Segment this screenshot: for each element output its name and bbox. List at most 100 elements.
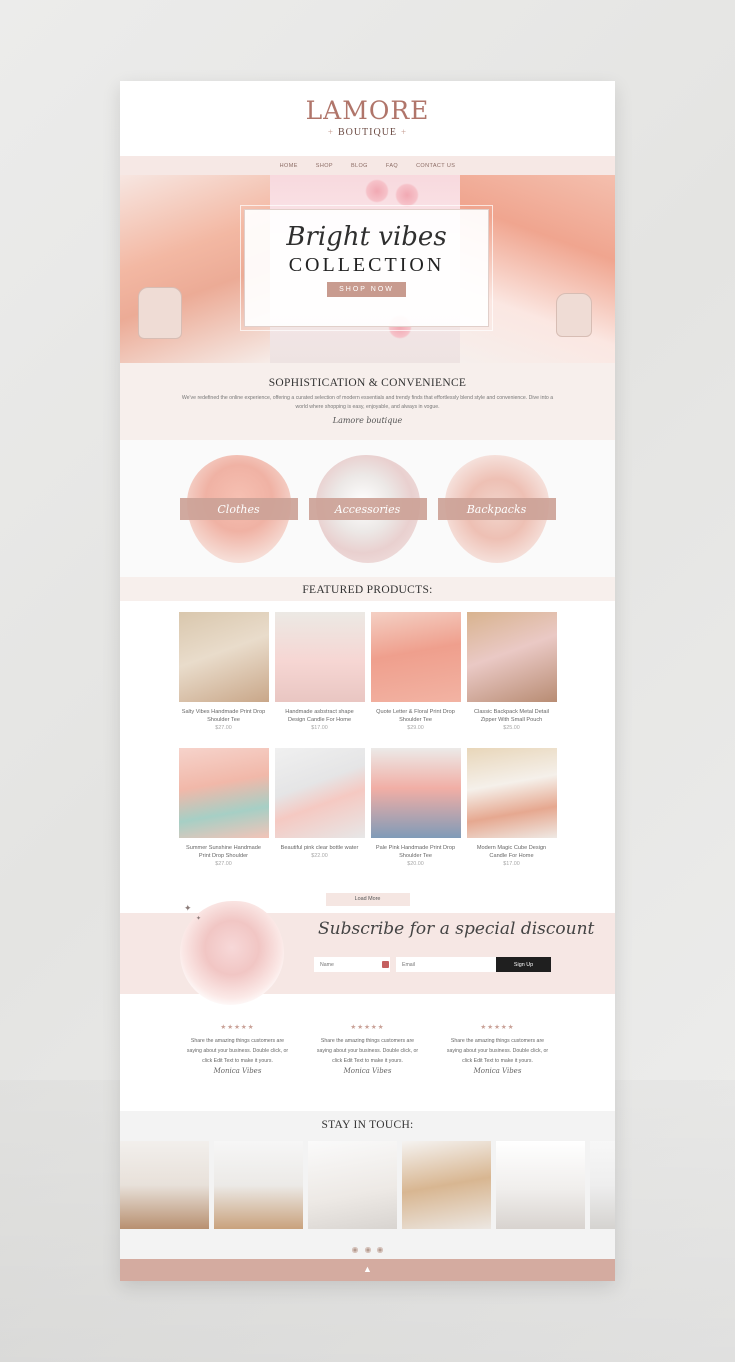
subscribe-section: ✦ ✦ Subscribe for a special discount Sig… [120, 901, 615, 1005]
product-image[interactable] [370, 612, 461, 702]
product-image[interactable] [178, 612, 269, 702]
nav-shop[interactable]: SHOP [316, 163, 333, 169]
name-input[interactable] [314, 957, 390, 972]
testimonial-signature: Monica Vibes [343, 1067, 392, 1075]
product-price: $20.00 [407, 861, 424, 867]
stay-in-touch-section: STAY IN TOUCH: [120, 1111, 615, 1261]
testimonial-text: Share the amazing things customers are s… [446, 1038, 549, 1064]
product-image[interactable] [178, 748, 269, 838]
website-mockup: LAMORE + BOUTIQUE + HOME SHOP BLOG FAQ CON… [120, 81, 615, 1281]
product-price: $29.00 [407, 725, 424, 731]
nav-home[interactable]: HOME [280, 163, 298, 169]
product-name[interactable]: Handmade asbstract shape Design Candle F… [275, 708, 365, 724]
category-label: Accessories [334, 502, 401, 516]
rose-image [395, 183, 419, 207]
product-image[interactable] [274, 748, 365, 838]
category-accessories[interactable]: Accessories [308, 455, 427, 563]
star-rating-icon: ★★★★★ [350, 1024, 385, 1031]
product-card[interactable]: Beautiful pink clear bottle water $22.00 [274, 748, 365, 874]
instagram-feed [120, 1141, 615, 1229]
category-label: Backpacks [466, 502, 527, 516]
product-image[interactable] [370, 748, 461, 838]
product-name[interactable]: Pale Pink Handmade Print Drop Shoulder T… [371, 844, 461, 860]
brand-subtitle: + BOUTIQUE + [120, 127, 615, 138]
rose-image [365, 179, 389, 203]
site-header: LAMORE + BOUTIQUE + [120, 81, 615, 156]
intro-signature: Lamore boutique [332, 416, 403, 425]
testimonial-signature: Monica Vibes [473, 1067, 522, 1075]
hero-banner: Bright vibes COLLECTION SHOP NOW [120, 175, 615, 363]
scroll-up-icon[interactable]: ▲ [363, 1264, 372, 1274]
load-more-button[interactable]: Load More [325, 893, 410, 906]
hero-card: Bright vibes COLLECTION SHOP NOW [240, 205, 493, 331]
product-price: $17.00 [311, 725, 328, 731]
product-card[interactable]: Handmade asbstract shape Design Candle F… [274, 612, 365, 738]
sparkle-icon: ✦ [184, 903, 192, 913]
testimonial: ★★★★★ Share the amazing things customers… [317, 1023, 419, 1075]
testimonial-signature: Monica Vibes [213, 1067, 262, 1075]
testimonials: ★★★★★ Share the amazing things customers… [120, 1023, 615, 1075]
nav-contact[interactable]: CONTACT US [416, 163, 455, 169]
category-section: Clothes Accessories Backpacks [120, 440, 615, 577]
intro-text: We've redefined the online experience, o… [181, 395, 554, 410]
instagram-photo[interactable] [308, 1141, 397, 1229]
social-icon[interactable] [376, 1247, 383, 1253]
category-backpacks[interactable]: Backpacks [437, 455, 556, 563]
product-card[interactable]: Summer Sunshine Handmade Print Drop Shou… [178, 748, 269, 874]
star-rating-icon: ★★★★★ [480, 1024, 515, 1031]
instagram-photo[interactable] [214, 1141, 303, 1229]
site-footer: ▲ [120, 1259, 615, 1281]
nav-blog[interactable]: BLOG [351, 163, 368, 169]
product-price: $25.00 [503, 725, 520, 731]
product-card[interactable]: Classic Backpack Metal Detail Zipper Wit… [466, 612, 557, 738]
social-icons [120, 1240, 615, 1258]
instagram-photo[interactable] [590, 1141, 615, 1229]
hero-title: COLLECTION [288, 254, 445, 276]
email-input[interactable] [396, 957, 496, 972]
category-label: Clothes [217, 502, 260, 516]
product-price: $17.00 [503, 861, 520, 867]
intro-section: SOPHISTICATION & CONVENIENCE We've redef… [120, 363, 615, 440]
social-icon[interactable] [364, 1247, 371, 1253]
product-name[interactable]: Quote Letter & Floral Print Drop Shoulde… [371, 708, 461, 724]
load-more-wrap: Load More [120, 887, 615, 906]
product-image[interactable] [274, 612, 365, 702]
testimonial-text: Share the amazing things customers are s… [186, 1038, 289, 1064]
product-card[interactable]: Pale Pink Handmade Print Drop Shoulder T… [370, 748, 461, 874]
category-clothes[interactable]: Clothes [179, 455, 298, 563]
intro-title: SOPHISTICATION & CONVENIENCE [268, 377, 467, 389]
product-price: $22.00 [311, 853, 328, 859]
sign-up-button[interactable]: Sign Up [496, 957, 551, 972]
product-card[interactable]: Quote Letter & Floral Print Drop Shoulde… [370, 612, 461, 738]
category-band: Backpacks [437, 498, 556, 520]
sparkle-icon: + [401, 127, 408, 137]
instagram-photo[interactable] [120, 1141, 209, 1229]
product-card[interactable]: Salty Vibes Handmade Print Drop Shoulder… [178, 612, 269, 738]
stay-in-touch-title: STAY IN TOUCH: [321, 1119, 414, 1131]
testimonial: ★★★★★ Share the amazing things customers… [187, 1023, 289, 1075]
product-name[interactable]: Beautiful pink clear bottle water [275, 844, 365, 852]
sparkle-icon: + [327, 127, 334, 137]
product-name[interactable]: Modern Magic Cube Design Candle For Home [467, 844, 557, 860]
product-price: $27.00 [215, 861, 232, 867]
instagram-photo[interactable] [496, 1141, 585, 1229]
brand-subtitle-text: BOUTIQUE [337, 127, 398, 138]
flag-icon [382, 961, 389, 968]
social-icon[interactable] [352, 1247, 359, 1253]
shop-now-button[interactable]: SHOP NOW [327, 282, 406, 297]
testimonial: ★★★★★ Share the amazing things customers… [447, 1023, 549, 1075]
product-name[interactable]: Salty Vibes Handmade Print Drop Shoulder… [179, 708, 269, 724]
product-image[interactable] [466, 612, 557, 702]
nav-faq[interactable]: FAQ [386, 163, 398, 169]
category-band: Clothes [179, 498, 298, 520]
product-card[interactable]: Modern Magic Cube Design Candle For Home… [466, 748, 557, 874]
brand-logo[interactable]: LAMORE [120, 97, 615, 125]
product-name[interactable]: Classic Backpack Metal Detail Zipper Wit… [467, 708, 557, 724]
instagram-photo[interactable] [402, 1141, 491, 1229]
star-rating-icon: ★★★★★ [220, 1024, 255, 1031]
product-price: $27.00 [215, 725, 232, 731]
product-name[interactable]: Summer Sunshine Handmade Print Drop Shou… [179, 844, 269, 860]
product-image[interactable] [466, 748, 557, 838]
backpack-image [556, 293, 592, 337]
category-band: Accessories [308, 498, 427, 520]
